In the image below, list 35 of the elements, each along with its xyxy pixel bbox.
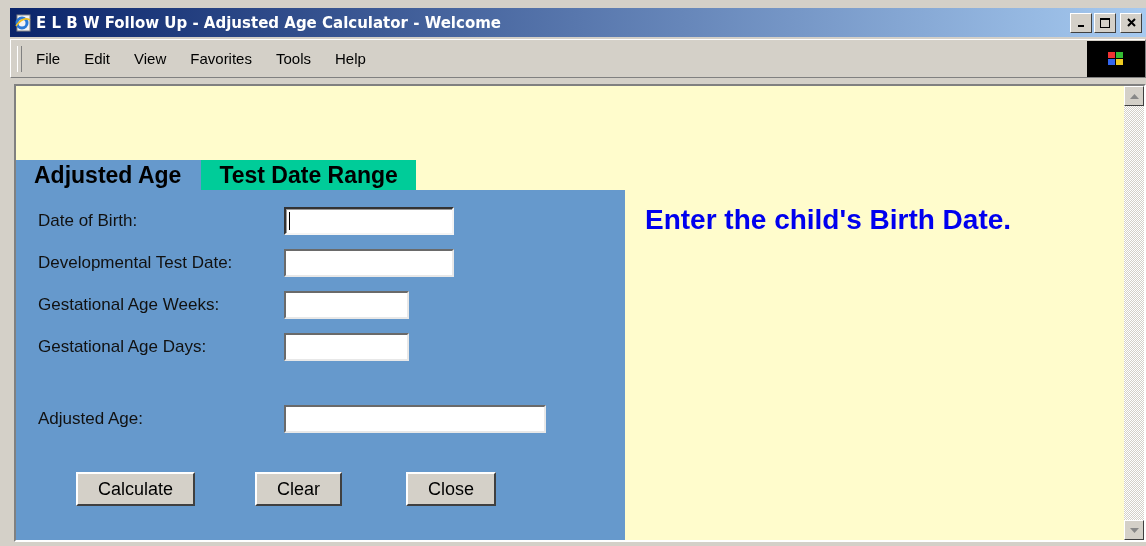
scroll-down-button[interactable] (1124, 520, 1144, 540)
up-arrow-icon (1129, 93, 1139, 99)
menu-item[interactable]: Tools (275, 50, 311, 68)
input-field[interactable] (284, 249, 454, 277)
close-button[interactable] (1120, 12, 1142, 33)
field-label: Gestational Age Weeks: (38, 295, 221, 315)
browser-icon (14, 13, 32, 32)
instruction-message: Enter the child's Birth Date. (645, 204, 1012, 236)
field-label: Gestational Age Days: (38, 337, 208, 357)
field-label: Adjusted Age: (38, 409, 144, 429)
down-arrow-icon (1129, 527, 1139, 533)
tab[interactable]: Test Date Range (201, 160, 416, 190)
menu-item[interactable]: File (36, 50, 61, 68)
form-button[interactable]: Clear (255, 472, 343, 506)
input-field[interactable] (284, 333, 409, 361)
window-title: E L B W Follow Up - Adjusted Age Calculator - Welcome (36, 13, 501, 32)
field-label: Date of Birth: (38, 211, 139, 231)
minimize-icon (1078, 25, 1084, 28)
maximize-button[interactable] (1094, 12, 1116, 33)
menu-item[interactable]: Help (335, 50, 366, 68)
input-field[interactable] (284, 291, 409, 319)
tab[interactable]: Adjusted Age (16, 160, 202, 190)
field-label: Developmental Test Date: (38, 253, 234, 273)
form-button[interactable]: Close (406, 472, 497, 506)
input-field[interactable] (284, 207, 454, 235)
menu-item[interactable]: Edit (84, 50, 111, 68)
menu-item[interactable]: View (134, 50, 167, 68)
input-field[interactable] (284, 405, 546, 433)
scroll-up-button[interactable] (1124, 86, 1144, 106)
minimize-button[interactable] (1070, 12, 1092, 33)
close-icon (1126, 18, 1136, 28)
maximize-icon (1100, 17, 1110, 28)
menu-item[interactable]: Favorites (190, 50, 252, 68)
form-button[interactable]: Calculate (76, 472, 196, 506)
scrollbar[interactable] (1124, 86, 1144, 540)
